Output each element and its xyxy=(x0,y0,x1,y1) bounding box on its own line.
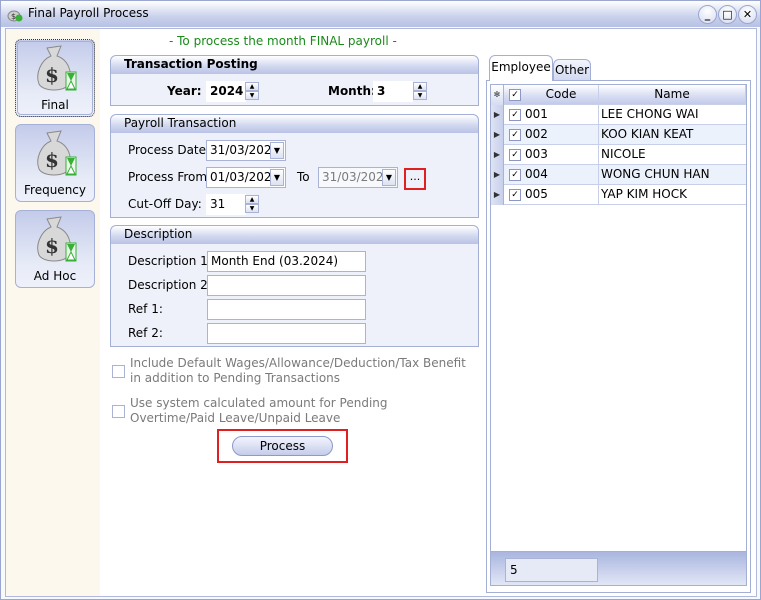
row-checkbox[interactable]: ✓ xyxy=(509,149,521,161)
description-1-input[interactable]: Month End (03.2024) xyxy=(207,251,366,272)
ref-1-label: Ref 1: xyxy=(128,302,163,316)
spin-up-icon[interactable]: ▲ xyxy=(413,82,427,91)
sidebar-item-label: Frequency xyxy=(24,183,86,197)
money-bag-hourglass-icon: $ xyxy=(37,45,77,91)
app-icon: $ xyxy=(7,10,23,22)
sidebar-item-ad-hoc[interactable]: $ Ad Hoc xyxy=(15,210,95,288)
svg-text:$: $ xyxy=(45,63,59,87)
group-title: Transaction Posting xyxy=(111,56,478,74)
final-payroll-window: $ Final Payroll Process _ □ ✕ $ Final $ xyxy=(0,0,761,600)
record-count: 5 xyxy=(505,558,598,582)
year-label: Year: xyxy=(167,84,202,98)
cell-code: 005 xyxy=(525,185,599,205)
table-row[interactable]: ▶ ✓ 001 LEE CHONG WAI xyxy=(491,105,746,125)
select-all-rows-icon[interactable]: ✻ xyxy=(491,85,504,105)
window-title: Final Payroll Process xyxy=(28,6,149,20)
spin-up-icon[interactable]: ▲ xyxy=(245,82,259,91)
process-button-highlight: Process xyxy=(217,429,348,463)
grid-footer: 5 xyxy=(491,551,746,585)
row-indicator-icon[interactable]: ▶ xyxy=(491,145,504,165)
money-bag-hourglass-icon: $ xyxy=(37,216,77,262)
maximize-button[interactable]: □ xyxy=(718,5,737,24)
svg-text:$: $ xyxy=(45,234,59,258)
table-row[interactable]: ▶ ✓ 002 KOO KIAN KEAT xyxy=(491,125,746,145)
row-indicator-icon[interactable]: ▶ xyxy=(491,185,504,205)
sidebar-item-label: Final xyxy=(41,98,69,112)
cell-name: WONG CHUN HAN xyxy=(601,167,710,181)
row-indicator-icon[interactable]: ▶ xyxy=(491,165,504,185)
sidebar-item-final[interactable]: $ Final xyxy=(15,39,95,117)
description-2-input[interactable] xyxy=(207,275,366,296)
row-indicator-icon[interactable]: ▶ xyxy=(491,105,504,125)
chevron-down-icon[interactable]: ▼ xyxy=(382,169,396,186)
cell-name: KOO KIAN KEAT xyxy=(601,127,694,141)
close-icon: ✕ xyxy=(742,8,753,21)
use-system-amount-checkbox[interactable] xyxy=(112,405,125,418)
process-from-label: Process From: xyxy=(128,170,212,184)
table-row[interactable]: ▶ ✓ 005 YAP KIM HOCK xyxy=(491,185,746,205)
cell-code: 004 xyxy=(525,165,599,185)
month-label: Month: xyxy=(328,84,376,98)
cell-code: 001 xyxy=(525,105,599,125)
row-checkbox[interactable]: ✓ xyxy=(509,169,521,181)
chevron-down-icon[interactable]: ▼ xyxy=(270,169,284,186)
cell-name: NICOLE xyxy=(601,147,646,161)
table-row[interactable]: ▶ ✓ 004 WONG CHUN HAN xyxy=(491,165,746,185)
employee-grid: ✻ ✓ Code Name ▶ ✓ 001 LEE CHONG WAI ▶ ✓ … xyxy=(490,84,747,586)
process-button[interactable]: Process xyxy=(232,436,333,456)
cutoff-day-label: Cut-Off Day: xyxy=(128,197,202,211)
include-default-label: Include Default Wages/Allowance/Deductio… xyxy=(130,356,466,385)
cell-code: 003 xyxy=(525,145,599,165)
sidebar-item-label: Ad Hoc xyxy=(33,269,77,283)
include-default-checkbox[interactable] xyxy=(112,365,125,378)
spin-down-icon[interactable]: ▼ xyxy=(413,91,427,100)
process-date-label: Process Date: xyxy=(128,143,211,157)
page-subtitle: - To process the month FINAL payroll - xyxy=(169,34,397,48)
group-title: Description xyxy=(111,226,478,244)
row-checkbox[interactable]: ✓ xyxy=(509,109,521,121)
year-spinner[interactable]: ▲ ▼ xyxy=(245,82,259,101)
maximize-icon: □ xyxy=(722,8,733,21)
group-title: Payroll Transaction xyxy=(111,115,478,133)
year-input[interactable]: 2024 xyxy=(206,81,246,102)
description-2-label: Description 2: xyxy=(128,278,212,292)
minimize-button[interactable]: _ xyxy=(698,5,717,24)
header-select-checkbox[interactable]: ✓ xyxy=(509,89,521,101)
cell-name: LEE CHONG WAI xyxy=(601,107,699,121)
spin-up-icon[interactable]: ▲ xyxy=(245,195,259,204)
column-header-code[interactable]: Code xyxy=(524,85,599,105)
cutoff-day-input[interactable]: 31 xyxy=(206,194,246,215)
ref-1-input[interactable] xyxy=(207,299,366,320)
table-row[interactable]: ▶ ✓ 003 NICOLE xyxy=(491,145,746,165)
ref-2-input[interactable] xyxy=(207,323,366,344)
spin-down-icon[interactable]: ▼ xyxy=(245,91,259,100)
title-bar: $ Final Payroll Process _ □ ✕ xyxy=(1,1,760,27)
row-indicator-icon[interactable]: ▶ xyxy=(491,125,504,145)
cutoff-day-spinner[interactable]: ▲ ▼ xyxy=(245,195,259,214)
spin-down-icon[interactable]: ▼ xyxy=(245,204,259,213)
to-label: To xyxy=(297,170,310,184)
use-system-amount-label: Use system calculated amount for Pending… xyxy=(130,396,388,425)
tab-employee[interactable]: Employee xyxy=(489,55,553,81)
browse-period-button[interactable]: ... xyxy=(404,168,426,190)
tab-other[interactable]: Other xyxy=(553,59,591,80)
cell-name: YAP KIM HOCK xyxy=(601,187,687,201)
grid-header-row: ✻ ✓ Code Name xyxy=(491,85,746,105)
row-checkbox[interactable]: ✓ xyxy=(509,129,521,141)
svg-text:$: $ xyxy=(11,12,16,21)
sidebar-item-frequency[interactable]: $ Frequency xyxy=(15,124,95,202)
month-input[interactable]: 3 xyxy=(373,81,413,102)
svg-text:$: $ xyxy=(45,148,59,172)
column-header-name[interactable]: Name xyxy=(599,85,746,105)
description-1-label: Description 1: xyxy=(128,254,212,268)
close-button[interactable]: ✕ xyxy=(738,5,757,24)
money-bag-hourglass-icon: $ xyxy=(37,130,77,176)
sidebar: $ Final $ Frequency $ Ad Hoc xyxy=(6,29,100,596)
chevron-down-icon[interactable]: ▼ xyxy=(270,142,284,159)
minimize-icon: _ xyxy=(704,8,711,21)
row-checkbox[interactable]: ✓ xyxy=(509,189,521,201)
cell-code: 002 xyxy=(525,125,599,145)
ref-2-label: Ref 2: xyxy=(128,326,163,340)
month-spinner[interactable]: ▲ ▼ xyxy=(413,82,427,101)
